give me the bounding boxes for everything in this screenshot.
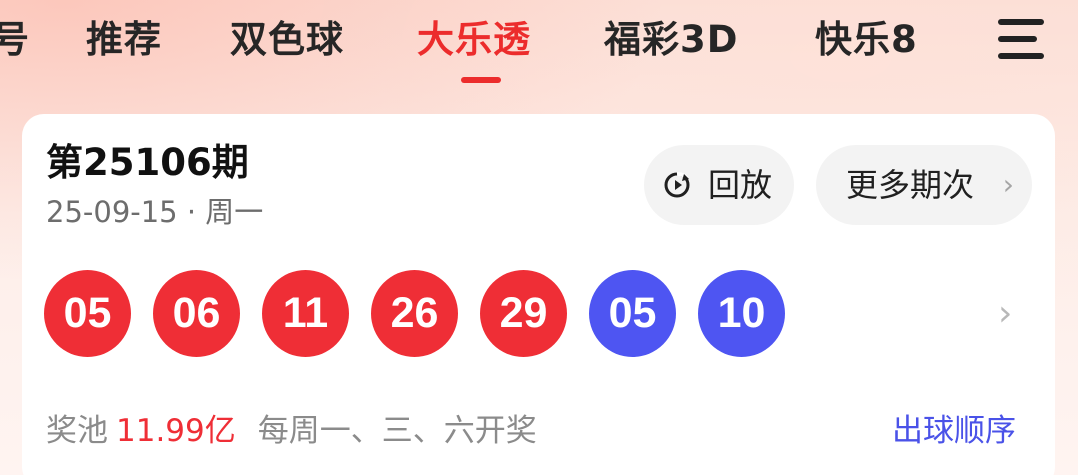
tab-recommend[interactable]: 推荐 (86, 12, 162, 68)
lottery-tabs: 号 推荐 双色球 大乐透 福彩3D 快乐8 (0, 0, 1078, 108)
pool-label: 奖池 (46, 413, 108, 449)
tab-double-color-ball[interactable]: 双色球 (230, 12, 344, 68)
chevron-right-icon: › (1002, 168, 1014, 201)
menu-icon[interactable] (994, 16, 1048, 62)
replay-label: 回放 (708, 166, 773, 204)
active-tab-indicator (461, 77, 501, 83)
menu-line-top (998, 19, 1044, 25)
back-ball-2: 10 (698, 270, 785, 357)
lottery-screen: 号 推荐 双色球 大乐透 福彩3D 快乐8 第25106期 25-09-15 ·… (0, 0, 1078, 475)
front-ball-2: 06 (153, 270, 240, 357)
chevron-right-icon[interactable]: › (998, 296, 1026, 332)
tab-happy-8[interactable]: 快乐8 (815, 12, 918, 68)
issue-title: 第25106期 (46, 141, 249, 184)
draw-result-card: 第25106期 25-09-15 · 周一 回放 更多期次 › 05 06 11… (22, 114, 1055, 475)
pool-and-schedule: 奖池 11.99亿 每周一、三、六开奖 (46, 411, 537, 451)
menu-line-bottom (998, 53, 1044, 59)
replay-button[interactable]: 回放 (644, 145, 794, 225)
menu-line-middle (998, 36, 1037, 42)
tab-partial-left[interactable]: 号 (0, 12, 30, 68)
draw-schedule: 每周一、三、六开奖 (257, 413, 537, 449)
front-ball-3: 11 (262, 270, 349, 357)
tab-fucai-3d[interactable]: 福彩3D (604, 12, 738, 68)
more-periods-button[interactable]: 更多期次 › (816, 145, 1032, 225)
draw-date: 25-09-15 · 周一 (46, 195, 264, 229)
pool-amount: 11.99亿 (116, 413, 236, 449)
replay-icon (664, 172, 690, 198)
front-ball-5: 29 (480, 270, 567, 357)
front-ball-4: 26 (371, 270, 458, 357)
draw-order-link[interactable]: 出球顺序 (892, 411, 1016, 451)
tab-super-lotto[interactable]: 大乐透 (417, 12, 531, 68)
back-ball-1: 05 (589, 270, 676, 357)
more-periods-label: 更多期次 (846, 166, 975, 204)
front-ball-1: 05 (44, 270, 131, 357)
